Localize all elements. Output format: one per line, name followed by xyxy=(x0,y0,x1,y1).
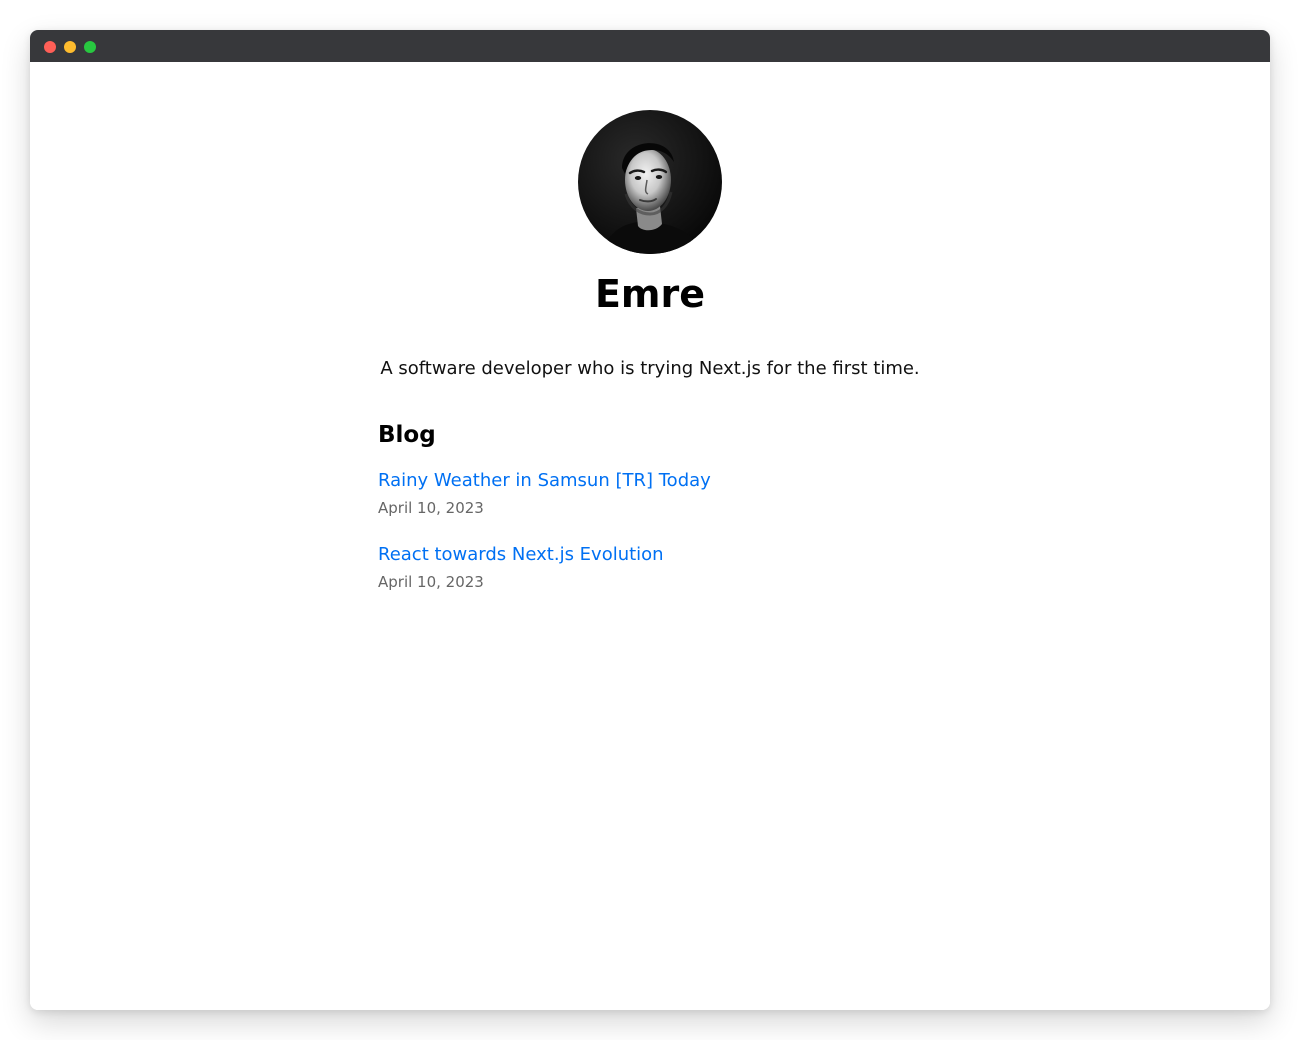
blog-post-date: April 10, 2023 xyxy=(378,499,484,517)
profile-photo-icon xyxy=(578,110,722,254)
page-viewport: Emre A software developer who is trying … xyxy=(30,62,1270,1010)
blog-section: Blog Rainy Weather in Samsun [TR] Today … xyxy=(378,420,922,592)
intro-section: A software developer who is trying Next.… xyxy=(378,356,922,382)
blog-post-list: Rainy Weather in Samsun [TR] Today April… xyxy=(378,468,922,592)
main-content: Emre A software developer who is trying … xyxy=(378,110,922,616)
browser-window: Emre A software developer who is trying … xyxy=(30,30,1270,1010)
blog-post-date: April 10, 2023 xyxy=(378,573,484,591)
blog-post-link[interactable]: Rainy Weather in Samsun [TR] Today xyxy=(378,468,711,494)
blog-post-link[interactable]: React towards Next.js Evolution xyxy=(378,542,664,568)
list-item: React towards Next.js Evolution April 10… xyxy=(378,542,922,592)
close-window-button[interactable] xyxy=(44,41,56,53)
minimize-window-button[interactable] xyxy=(64,41,76,53)
profile-header: Emre xyxy=(378,110,922,320)
profile-bio: A software developer who is trying Next.… xyxy=(380,358,920,379)
list-item: Rainy Weather in Samsun [TR] Today April… xyxy=(378,468,922,518)
avatar xyxy=(578,110,722,254)
window-titlebar xyxy=(30,30,1270,62)
blog-heading: Blog xyxy=(378,422,436,448)
maximize-window-button[interactable] xyxy=(84,41,96,53)
profile-name: Emre xyxy=(594,272,706,316)
